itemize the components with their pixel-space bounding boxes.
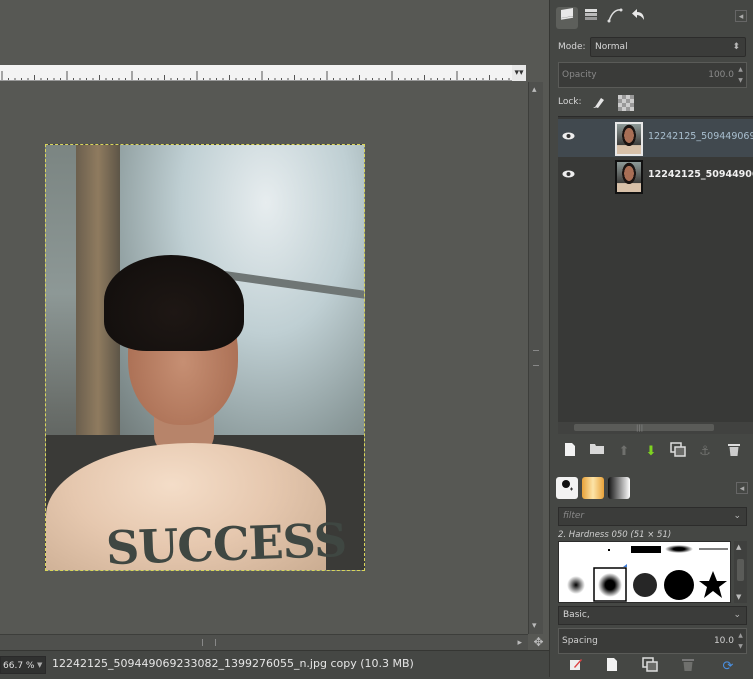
zoom-value: 66.7 % [3,661,35,671]
layer-name[interactable]: 12242125_5094490695 [648,169,753,180]
mode-combo[interactable]: Normal ⬍ [590,37,746,57]
scroll-grip-icon[interactable] [533,350,539,366]
brush-previews [567,545,728,602]
right-dock: ◂ Mode: Normal ⬍ Opacity 100.0 ▲ ▼ Lock: … [549,0,753,677]
horizontal-scrollbar[interactable]: ▸ [0,634,528,650]
ruler-menu-icon[interactable]: ▾▾ [512,65,526,81]
photo-shirt-text: SUCCESS [105,512,347,571]
brush-scale-marker [623,564,627,567]
brush-pixel[interactable] [608,549,610,551]
horizontal-ruler[interactable] [0,65,512,81]
scroll-grip-icon: ||| [636,424,644,432]
brush-tag-combo[interactable]: Basic, ⌄ [558,606,747,625]
undo-history-icon[interactable] [628,7,650,29]
file-info-text: 12242125_509449069233082_1399276055_n.jp… [52,657,414,670]
brush-toolbar: ⟳ [558,657,753,677]
brush-hardness-025[interactable] [567,576,585,594]
brush-star[interactable] [699,571,727,598]
image-window-top [0,0,549,65]
spacing-spinscale[interactable]: Spacing 10.0 ▲ ▼ [558,628,747,654]
brush-grid[interactable] [558,541,731,603]
scroll-up-icon[interactable]: ▲ [736,543,741,551]
opacity-value: 100.0 [708,70,734,80]
new-layer-icon[interactable] [560,442,580,462]
delete-brush-icon[interactable] [678,657,698,677]
brushes-tab-icon[interactable] [556,477,578,499]
brush-hardness-075[interactable] [633,573,657,597]
opacity-spinscale[interactable]: Opacity 100.0 ▲ ▼ [558,62,747,88]
lock-pixels-icon[interactable] [592,95,608,111]
anchor-layer-icon[interactable]: ⚓ [695,442,715,462]
mode-value: Normal [595,42,628,52]
scroll-thumb[interactable] [737,559,744,581]
brush-scrollbar[interactable]: ▲ ▼ [734,541,747,603]
eye-icon[interactable] [562,169,576,181]
refresh-brushes-icon[interactable]: ⟳ [718,657,738,677]
scroll-down-icon[interactable]: ▼ [736,593,741,601]
layer-row[interactable]: 12242125_5094490695 [558,157,753,195]
brush-blob[interactable] [665,545,693,553]
spin-arrows-icon[interactable]: ▲ ▼ [736,630,745,652]
brush-title: 2. Hardness 050 (51 × 51) [558,530,672,540]
dock-menu-icon[interactable]: ◂ [735,10,747,22]
layer-thumbnail[interactable] [615,160,643,194]
opacity-label: Opacity [562,70,597,80]
navigate-icon[interactable]: ✥ [528,634,549,650]
duplicate-brush-icon[interactable] [640,657,660,677]
hscroll-grip-icon[interactable] [202,639,216,646]
brush-hardness-050[interactable] [598,573,622,597]
filter-placeholder: filter [563,511,585,521]
ruler-ticks [1,71,510,80]
spin-arrows-icon[interactable]: ▲ ▼ [736,64,745,86]
layers-hscrollbar[interactable]: ||| [558,422,753,434]
lock-alpha-icon[interactable] [618,95,634,111]
gradients-tab-icon[interactable] [608,477,630,499]
spacing-label: Spacing [562,636,598,646]
vertical-scrollbar[interactable]: ▴ ▾ [528,82,543,634]
paths-icon[interactable] [604,7,626,29]
patterns-tab-icon[interactable] [582,477,604,499]
brush-hardness-100[interactable] [664,570,694,600]
status-bar: 66.7 % ▼ 12242125_509449069233082_139927… [0,650,549,677]
image-canvas[interactable]: SUCCESS [45,144,365,571]
dock-menu-icon[interactable]: ◂ [736,482,748,494]
layer-toolbar: ⬆ ⬇ ⚓ [558,440,753,464]
brushes-tabs: ◂ [550,474,753,502]
delete-layer-icon[interactable] [724,442,744,462]
raise-layer-icon[interactable]: ⬆ [614,442,634,462]
scroll-down-icon[interactable]: ▾ [532,622,540,631]
lower-layer-icon[interactable]: ⬇ [641,442,661,462]
layers-icon[interactable] [556,7,578,29]
updown-chevron-icon: ⬍ [732,42,740,52]
spacing-value: 10.0 [713,636,734,646]
eye-icon[interactable] [562,131,576,143]
duplicate-layer-icon[interactable] [668,442,688,462]
layers-list[interactable]: 12242125_509449069233 12242125_509449069… [558,116,753,422]
layer-name[interactable]: 12242125_509449069233 [648,131,753,142]
chevron-down-icon: ⌄ [733,511,741,521]
scroll-up-icon[interactable]: ▴ [532,86,540,95]
new-layer-group-icon[interactable] [587,442,607,462]
edit-brush-icon[interactable] [566,657,586,677]
scroll-right-icon[interactable]: ▸ [517,638,522,648]
lock-label: Lock: [558,97,582,107]
layer-row[interactable]: 12242125_509449069233 [558,119,753,157]
chevron-down-icon: ⌄ [733,610,741,620]
photo-hair [104,255,244,351]
new-brush-icon[interactable] [602,657,622,677]
tag-value: Basic, [563,610,590,620]
scroll-thumb[interactable] [574,424,714,431]
brush-filter-combo[interactable]: filter ⌄ [558,507,747,526]
layer-thumbnail[interactable] [615,122,643,156]
channels-icon[interactable] [580,7,602,29]
mode-label: Mode: [558,42,586,52]
brush-block[interactable] [631,546,661,553]
chevron-down-icon[interactable]: ▼ [37,661,42,669]
